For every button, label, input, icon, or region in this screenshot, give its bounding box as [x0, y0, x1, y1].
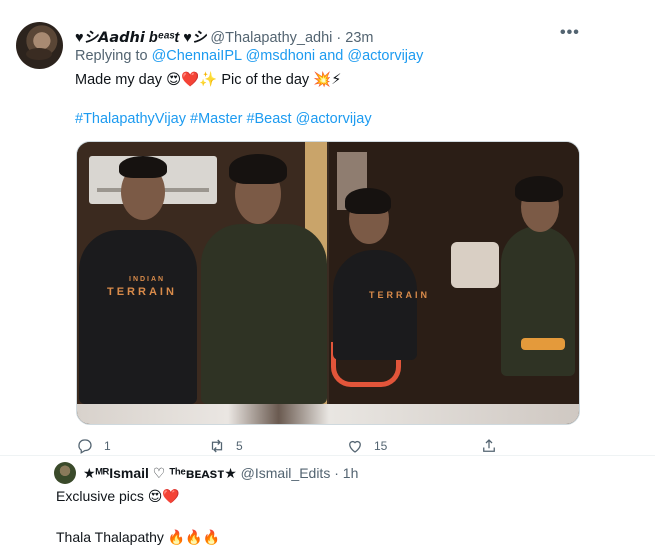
avatar[interactable] [16, 22, 63, 69]
mention-msdhoni[interactable]: @msdhoni [246, 48, 316, 64]
mention-actorvijay[interactable]: @actorvijay [347, 48, 423, 64]
handle[interactable]: @Thalapathy_adhi [210, 30, 332, 46]
reply-timestamp[interactable]: 1h [343, 465, 359, 481]
mention-actorvijay-2[interactable]: @actorvijay [296, 111, 372, 127]
tweet-header: ♥シ𝘼𝙖𝙙𝙝𝙞 bᵉᵃˢt ♥シ @Thalapathy_adhi · 23m [75, 26, 374, 47]
reply-icon [78, 439, 92, 454]
hair [229, 154, 287, 184]
cushion [521, 338, 565, 350]
more-icon[interactable]: ••• [560, 24, 580, 42]
replying-prefix: Replying to [75, 48, 152, 64]
pillow [451, 242, 499, 288]
reply-handle[interactable]: @Ismail_Edits [241, 465, 331, 481]
display-name[interactable]: ♥シ𝘼𝙖𝙙𝙝𝙞 bᵉᵃˢt ♥シ [75, 30, 206, 46]
photo-right[interactable]: TERRAIN [329, 142, 579, 404]
hair [515, 176, 563, 202]
shirt-small-text: INDIAN [129, 276, 166, 283]
reply-display-name[interactable]: ★ᴹᴿIsmail ♡ ᵀʰᵉʙᴇᴀsᴛ★ [83, 465, 237, 481]
retweet-button[interactable]: 5 [208, 437, 243, 455]
tweet-text: Made my day 😍❤️✨ Pic of the day 💥⚡ [75, 72, 342, 88]
hair [119, 156, 167, 178]
shirt-text: TERRAIN [107, 286, 177, 298]
share-icon [483, 439, 495, 452]
like-button[interactable]: 15 [346, 437, 387, 455]
reply-header: ★ᴹᴿIsmail ♡ ᵀʰᵉʙᴇᴀsᴛ★ @Ismail_Edits · 1h [83, 465, 358, 482]
hashtag-thalapathyvijay[interactable]: #ThalapathyVijay [75, 111, 186, 127]
like-count: 15 [374, 439, 388, 453]
tweet[interactable]: ♥シ𝘼𝙖𝙙𝙝𝙞 bᵉᵃˢt ♥シ @Thalapathy_adhi · 23m … [0, 0, 655, 455]
separator: · [336, 30, 342, 46]
reply-text-line1: Exclusive pics 😍❤️ [56, 488, 180, 504]
share-button[interactable] [480, 437, 498, 455]
reply-tweet[interactable]: ★ᴹᴿIsmail ♡ ᵀʰᵉʙᴇᴀsᴛ★ @Ismail_Edits · 1h… [0, 455, 655, 560]
action-bar: 1 5 15 [76, 437, 516, 455]
reply-button[interactable]: 1 [76, 437, 111, 455]
media-grid[interactable]: INDIAN TERRAIN TERRAIN [76, 141, 580, 425]
retweet-icon [211, 439, 223, 453]
hashtags-line: #ThalapathyVijay #Master #Beast @actorvi… [75, 111, 372, 127]
photo-strip[interactable] [77, 404, 579, 424]
person-seated-right [501, 226, 575, 376]
replying-to: Replying to @ChennaiIPL @msdhoni and @ac… [75, 48, 423, 64]
like-icon [349, 440, 361, 453]
timestamp[interactable]: 23m [345, 30, 373, 46]
reply-avatar[interactable] [54, 462, 76, 484]
replying-and: and [315, 48, 348, 64]
mention-chennaiipl[interactable]: @ChennaiIPL [152, 48, 242, 64]
hair [345, 188, 391, 214]
reply-count: 1 [104, 439, 111, 453]
retweet-count: 5 [236, 439, 243, 453]
person-seated-left [333, 250, 417, 360]
person-left [79, 230, 197, 404]
photo-left[interactable]: INDIAN TERRAIN [77, 142, 327, 404]
hashtag-beast[interactable]: #Beast [246, 111, 291, 127]
hashtag-master[interactable]: #Master [190, 111, 242, 127]
person-right [201, 224, 327, 404]
reply-separator: · [334, 465, 339, 481]
reply-text-line2: Thala Thalapathy 🔥🔥🔥 [56, 529, 221, 545]
shirt-text-2: TERRAIN [369, 290, 430, 300]
